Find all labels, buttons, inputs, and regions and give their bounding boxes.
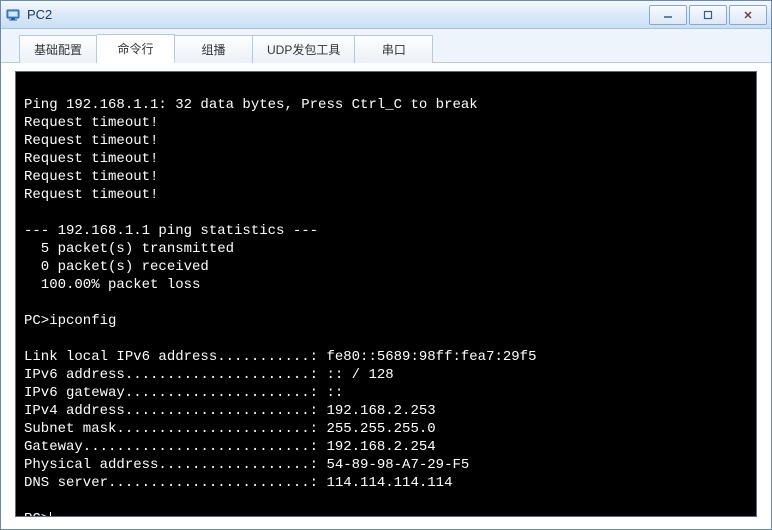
app-icon <box>5 7 21 23</box>
tab-bar: 基础配置 命令行 组播 UDP发包工具 串口 <box>1 29 771 63</box>
tab-serial[interactable]: 串口 <box>355 35 433 63</box>
app-window: PC2 基础配置 命令行 组播 UDP发包工具 串口 Ping 192.168.… <box>0 0 772 530</box>
tab-udp-tool[interactable]: UDP发包工具 <box>253 35 355 63</box>
terminal-cursor <box>50 512 51 517</box>
tab-label: 组播 <box>202 43 226 57</box>
close-button[interactable] <box>729 5 767 25</box>
close-icon <box>743 10 753 20</box>
tab-label: 命令行 <box>118 42 154 56</box>
window-title: PC2 <box>27 7 647 22</box>
minimize-button[interactable] <box>649 5 687 25</box>
maximize-button[interactable] <box>689 5 727 25</box>
tab-basic-config[interactable]: 基础配置 <box>19 35 97 63</box>
maximize-icon <box>703 10 713 20</box>
window-controls <box>647 5 767 25</box>
terminal-output: Ping 192.168.1.1: 32 data bytes, Press C… <box>24 97 536 491</box>
tab-command-line[interactable]: 命令行 <box>97 34 175 63</box>
tab-label: 基础配置 <box>34 43 82 57</box>
tab-label: UDP发包工具 <box>267 43 340 57</box>
terminal-prompt: PC> <box>24 511 49 517</box>
tab-label: 串口 <box>382 43 406 57</box>
tab-multicast[interactable]: 组播 <box>175 35 253 63</box>
title-bar[interactable]: PC2 <box>1 1 771 29</box>
terminal[interactable]: Ping 192.168.1.1: 32 data bytes, Press C… <box>15 71 757 517</box>
minimize-icon <box>663 10 673 20</box>
